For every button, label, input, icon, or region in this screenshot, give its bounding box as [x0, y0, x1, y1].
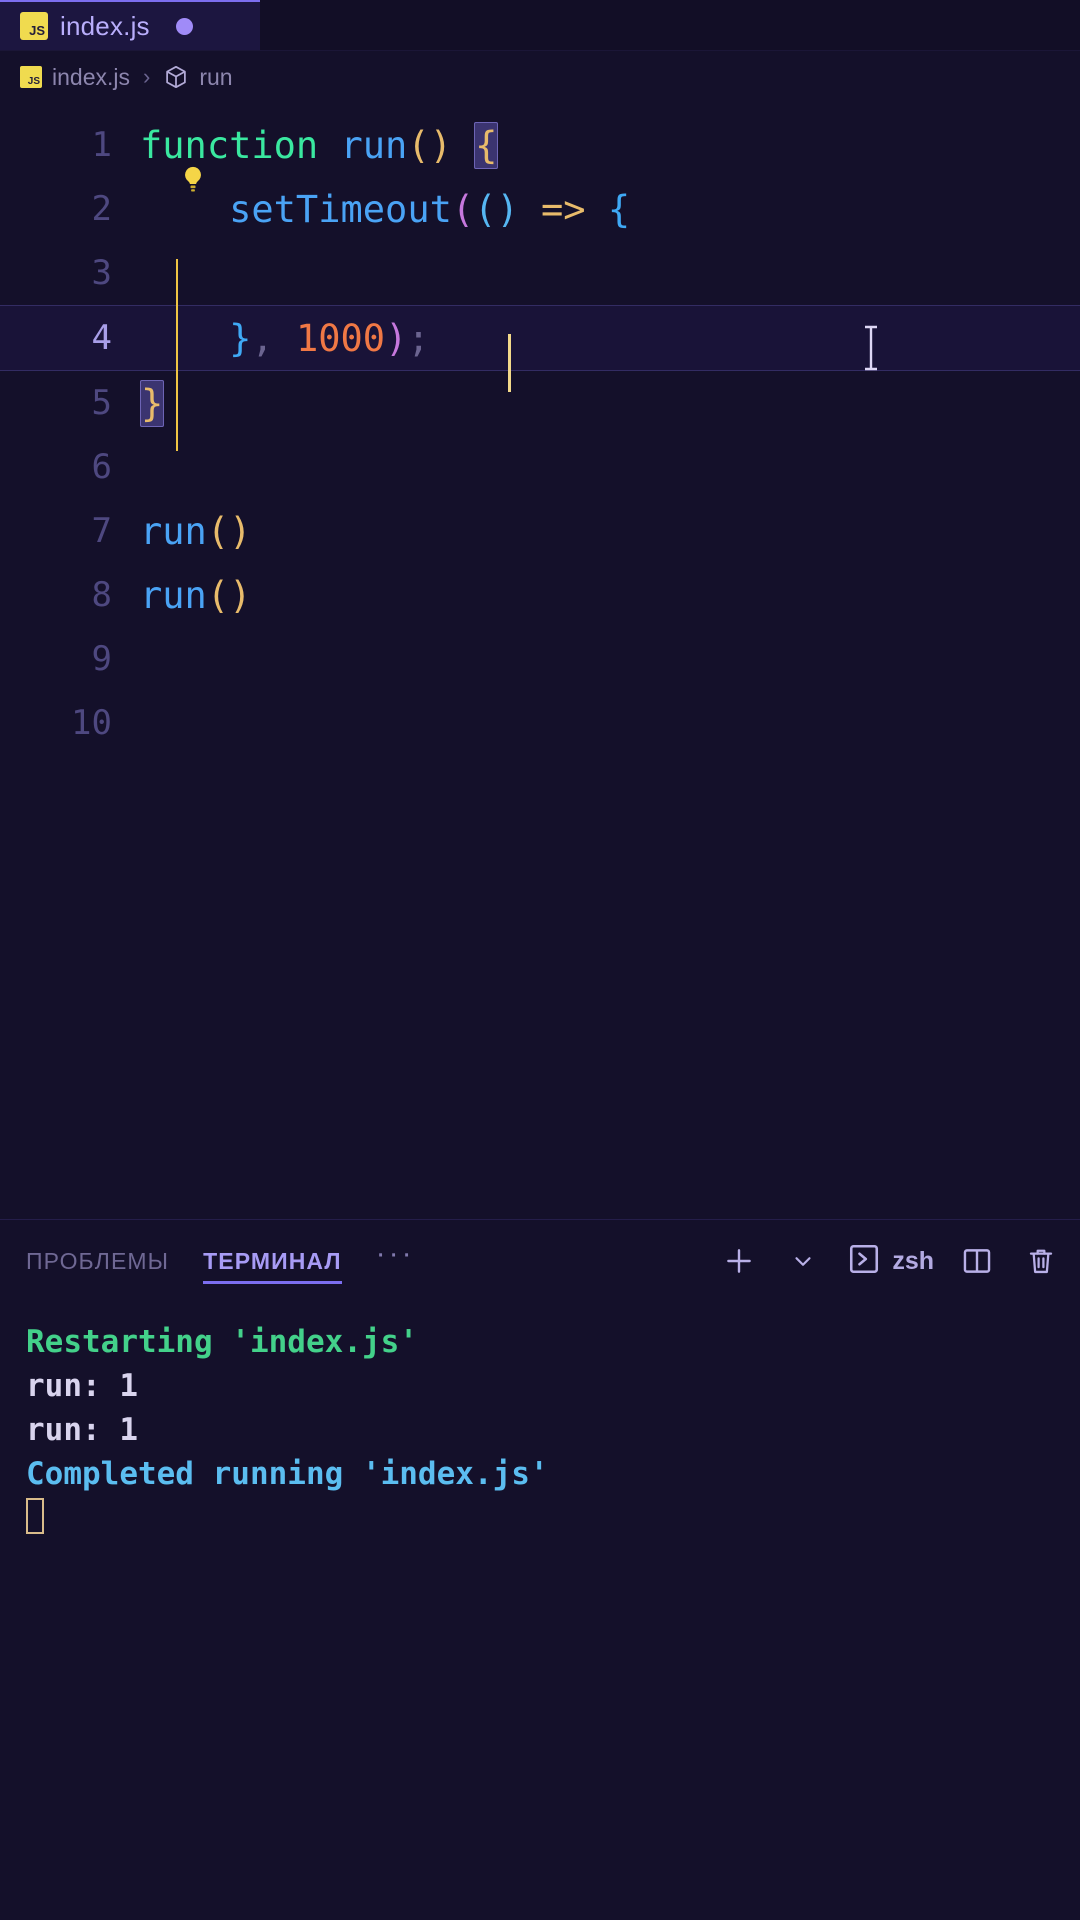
code-token: ) — [229, 573, 252, 617]
code-token: => — [541, 187, 586, 231]
code-line-content[interactable]: setTimeout(() => { — [140, 188, 630, 231]
code-token: , — [251, 316, 274, 360]
code-editor[interactable]: 1 function run() {2 setTimeout(() => {3 4 … — [0, 103, 1080, 1219]
trash-icon[interactable] — [1020, 1240, 1062, 1282]
code-line-content[interactable]: function run() { — [140, 121, 499, 169]
code-token: ( — [451, 187, 475, 231]
shell-name-label: zsh — [892, 1246, 934, 1275]
code-line-content[interactable]: }, 1000); — [140, 317, 430, 360]
cube-symbol-icon — [163, 64, 189, 90]
terminal-line: run: 1 — [26, 1368, 138, 1404]
code-token: ) — [496, 187, 519, 231]
code-token: ( — [407, 123, 430, 167]
code-line[interactable]: 9 — [0, 627, 1080, 691]
code-line[interactable]: 5} — [0, 371, 1080, 435]
code-line[interactable]: 3 — [0, 241, 1080, 305]
lightbulb-icon[interactable] — [178, 163, 208, 195]
code-token: ) — [385, 316, 408, 360]
code-token: function — [140, 123, 319, 167]
line-number: 9 — [91, 639, 112, 679]
line-number: 6 — [91, 447, 112, 487]
panel-header: ПРОБЛЕМЫ ТЕРМИНАЛ ··· zsh — [0, 1220, 1080, 1302]
line-number: 2 — [91, 189, 112, 229]
code-line-content[interactable]: } — [140, 379, 165, 427]
code-token: run — [340, 123, 408, 167]
code-lines-container: 1 function run() {2 setTimeout(() => {3 4 … — [0, 103, 1080, 755]
code-token: { — [474, 121, 499, 169]
terminal-shell-selector[interactable]: zsh — [846, 1240, 934, 1282]
terminal-output[interactable]: Restarting 'index.js' run: 1 run: 1 Complet… — [0, 1302, 1080, 1920]
code-line[interactable]: 7 run() — [0, 499, 1080, 563]
code-line-content[interactable]: run() — [140, 574, 251, 617]
line-number: 7 — [91, 511, 112, 551]
code-token: run — [140, 573, 207, 617]
code-line[interactable]: 6 — [0, 435, 1080, 499]
line-number: 1 — [91, 125, 112, 165]
code-token: setTimeout — [229, 187, 452, 231]
plus-icon[interactable] — [718, 1240, 760, 1282]
code-line[interactable]: 4 }, 1000); — [0, 305, 1080, 371]
line-number: 8 — [91, 575, 112, 615]
js-file-icon: JS — [20, 12, 48, 40]
code-token: ( — [474, 187, 497, 231]
code-token: ; — [407, 316, 430, 360]
terminal-line: Completed running 'index.js' — [26, 1456, 549, 1492]
code-line[interactable]: 10 — [0, 691, 1080, 755]
editor-tab-index-js[interactable]: JS index.js — [0, 0, 260, 50]
code-token: ( — [206, 509, 230, 553]
block-cursor — [26, 1498, 44, 1534]
code-line[interactable]: 8 run() — [0, 563, 1080, 627]
panel-tab-problems[interactable]: ПРОБЛЕМЫ — [26, 1220, 169, 1302]
code-token: 1000 — [295, 316, 386, 360]
panel-actions: zsh — [718, 1240, 1062, 1282]
panel-tab-terminal[interactable]: ТЕРМИНАЛ — [203, 1220, 342, 1302]
breadcrumb: JS index.js › run — [0, 51, 1080, 103]
line-number: 3 — [91, 253, 112, 293]
code-line[interactable]: 1 function run() { — [0, 113, 1080, 177]
line-number: 5 — [91, 383, 112, 423]
code-token: ) — [429, 123, 452, 167]
line-number: 10 — [71, 703, 112, 743]
js-file-icon: JS — [20, 66, 42, 88]
editor-tab-label: index.js — [60, 10, 150, 41]
active-indent-guide — [176, 259, 178, 451]
code-token: } — [229, 316, 252, 360]
text-caret — [508, 334, 511, 392]
breadcrumb-file[interactable]: index.js — [52, 64, 130, 91]
vscode-window: JS index.js JS index.js › run 1 function … — [0, 0, 1080, 1920]
terminal-line: Restarting 'index.js' — [26, 1324, 418, 1360]
line-number: 4 — [91, 318, 112, 358]
tab-bar-empty-space — [260, 0, 1080, 50]
code-token: ) — [229, 509, 252, 553]
breadcrumb-symbol[interactable]: run — [199, 64, 232, 91]
terminal-prompt-icon — [846, 1241, 882, 1282]
panel-tabs-overflow-button[interactable]: ··· — [376, 1237, 415, 1271]
code-token: run — [140, 509, 207, 553]
code-line[interactable]: 2 setTimeout(() => { — [0, 177, 1080, 241]
code-token: ( — [206, 573, 230, 617]
chevron-down-icon[interactable] — [782, 1240, 824, 1282]
unsaved-changes-dot[interactable] — [175, 17, 193, 35]
code-token: { — [607, 187, 631, 231]
code-token: } — [140, 379, 165, 427]
terminal-line: run: 1 — [26, 1412, 138, 1448]
bottom-panel: ПРОБЛЕМЫ ТЕРМИНАЛ ··· zsh Restarting 'in… — [0, 1219, 1080, 1920]
split-panel-icon[interactable] — [956, 1240, 998, 1282]
editor-tab-bar: JS index.js — [0, 0, 1080, 51]
breadcrumb-separator: › — [142, 64, 151, 89]
mouse-ibeam-cursor — [860, 325, 882, 378]
terminal-cursor — [26, 1496, 1080, 1540]
panel-tab-list: ПРОБЛЕМЫ ТЕРМИНАЛ ··· — [26, 1220, 415, 1302]
code-line-content[interactable]: run() — [140, 510, 251, 553]
